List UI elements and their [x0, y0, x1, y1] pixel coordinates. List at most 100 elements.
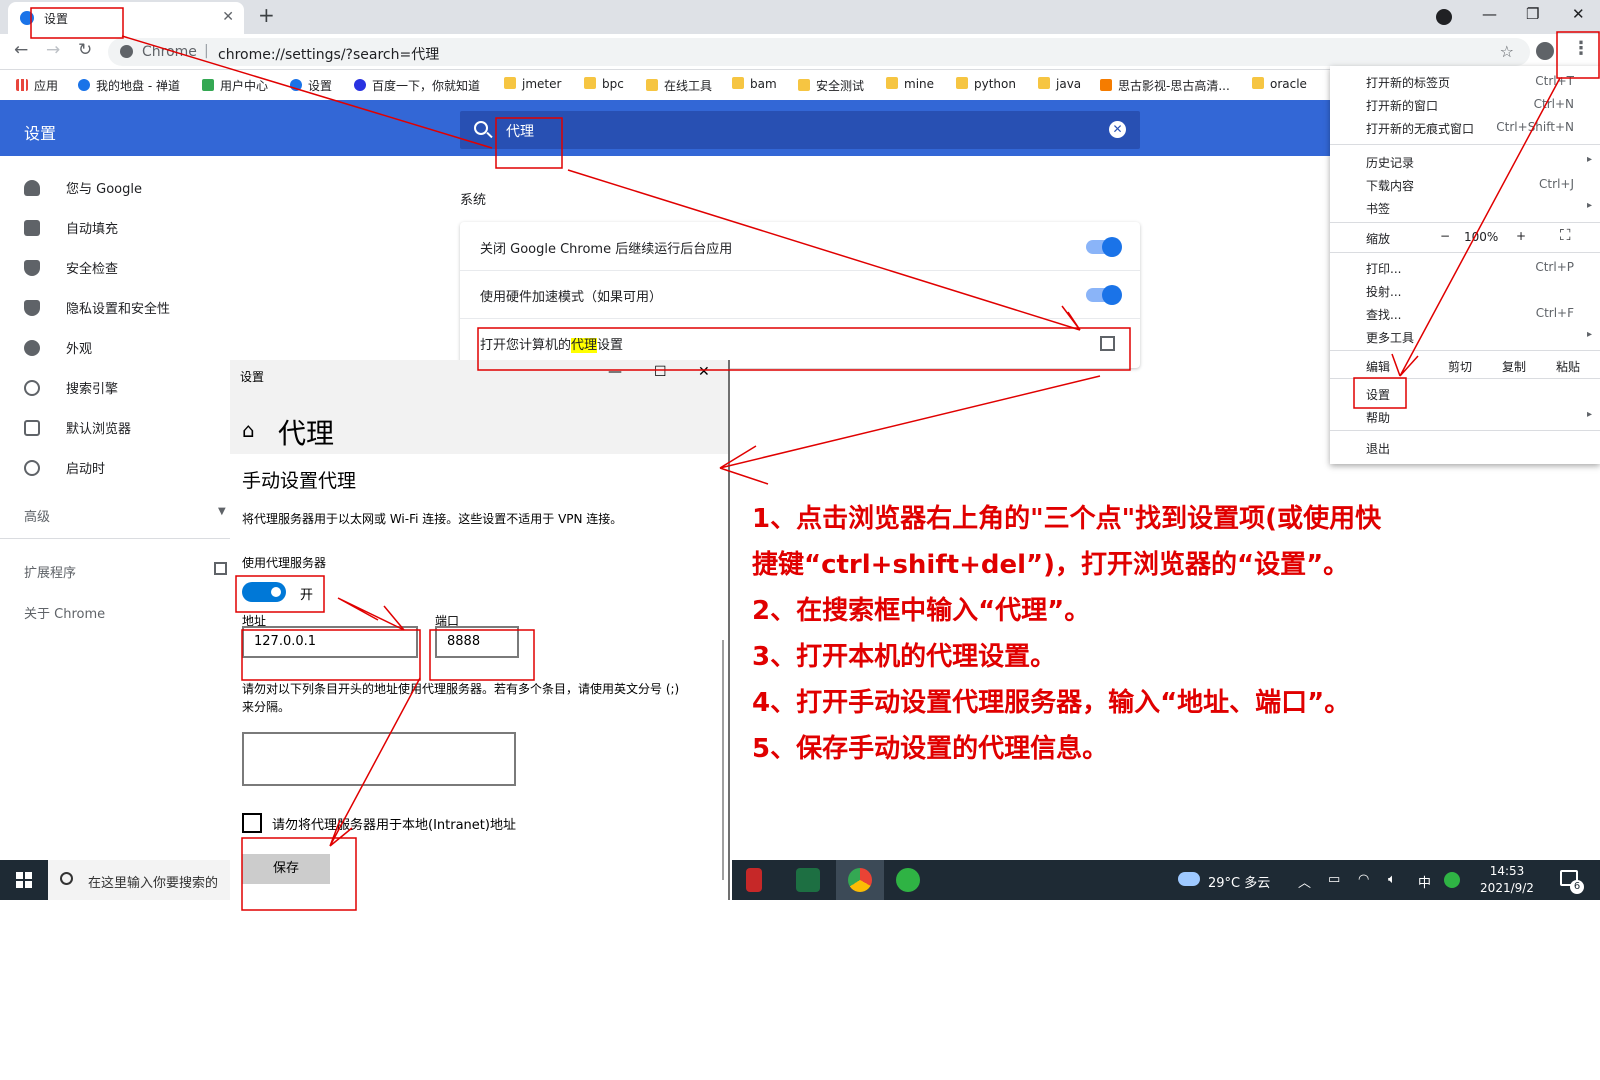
zoom-out-button[interactable]: −	[1440, 229, 1450, 243]
settings-search-input[interactable]: 代理 ✕	[460, 111, 1140, 149]
sidebar-item-appearance[interactable]: 外观	[24, 338, 92, 357]
sigu-icon	[1100, 79, 1112, 91]
sidebar-item-autofill[interactable]: 自动填充	[24, 218, 118, 237]
pen-app-icon[interactable]	[746, 868, 762, 892]
sidebar-item-search-engine[interactable]: 搜索引擎	[24, 378, 118, 397]
chevron-up-icon[interactable]: ︿	[1298, 872, 1311, 891]
bookmark-settings[interactable]: 设置	[290, 77, 332, 94]
menu-paste[interactable]: 粘贴	[1556, 358, 1580, 375]
proxy-address-input[interactable]: 127.0.0.1	[242, 626, 418, 658]
bookmark-jmeter[interactable]: jmeter	[504, 77, 561, 91]
menu-downloads[interactable]: 下载内容	[1366, 177, 1414, 194]
forward-arrow-icon[interactable]: →	[46, 40, 60, 60]
tab-close-icon[interactable]: ✕	[222, 9, 234, 25]
new-tab-button[interactable]: +	[258, 3, 275, 27]
zoom-in-button[interactable]: +	[1516, 229, 1526, 243]
bookmark-oracle[interactable]: oracle	[1252, 77, 1307, 91]
menu-copy[interactable]: 复制	[1502, 358, 1526, 375]
menu-more-tools[interactable]: 更多工具	[1366, 329, 1414, 346]
manual-proxy-heading: 手动设置代理	[242, 470, 357, 492]
profile-avatar-icon[interactable]	[1536, 42, 1554, 60]
bookmark-mine[interactable]: mine	[886, 77, 934, 91]
sidebar-about-chrome[interactable]: 关于 Chrome	[24, 603, 105, 622]
menu-bookmarks[interactable]: 书签	[1366, 200, 1390, 217]
sidebar-item-privacy[interactable]: 隐私设置和安全性	[24, 298, 170, 317]
home-icon[interactable]: ⌂	[242, 418, 255, 442]
bookmark-bam[interactable]: bam	[732, 77, 777, 91]
sidebar-item-on-startup[interactable]: 启动时	[24, 458, 105, 477]
sidebar-extensions[interactable]: 扩展程序	[24, 562, 76, 581]
restore-button[interactable]: ❐	[1526, 5, 1539, 23]
chrome-icon[interactable]	[848, 868, 872, 892]
use-proxy-toggle[interactable]	[242, 582, 286, 602]
open-proxy-settings-row[interactable]: 打开您计算机的代理设置	[480, 334, 623, 353]
ime-indicator[interactable]: 中	[1418, 872, 1431, 891]
reload-icon[interactable]: ↻	[78, 40, 92, 60]
hardware-acceleration-toggle[interactable]	[1086, 285, 1122, 305]
menu-cast[interactable]: 投射...	[1366, 283, 1401, 300]
sidebar-item-you-and-google[interactable]: 您与 Google	[24, 178, 142, 197]
bookmark-zentao[interactable]: 我的地盘 - 禅道	[78, 77, 180, 94]
menu-print[interactable]: 打印...	[1366, 260, 1401, 277]
clear-search-icon[interactable]: ✕	[1109, 121, 1126, 138]
weather-text[interactable]: 29°C 多云	[1208, 872, 1270, 891]
bookmark-sigu[interactable]: 思古影视-思古高清...	[1100, 77, 1230, 94]
taskbar-clock[interactable]: 14:53 2021/9/2	[1472, 863, 1542, 897]
excel-icon[interactable]	[796, 868, 820, 892]
bookmark-star-icon[interactable]: ☆	[1500, 42, 1514, 61]
menu-cut[interactable]: 剪切	[1448, 358, 1472, 375]
sidebar-item-default-browser[interactable]: 默认浏览器	[24, 418, 131, 437]
instruction-step: 2、在搜索框中输入“代理”。	[752, 596, 1091, 626]
more-menu-icon[interactable]: ⋮	[1572, 38, 1590, 59]
bookmark-apps[interactable]: 应用	[16, 77, 58, 94]
proxy-port-input[interactable]: 8888	[435, 626, 519, 658]
battery-icon[interactable]: ▭	[1328, 872, 1340, 887]
menu-new-incognito[interactable]: 打开新的无痕式窗口	[1366, 120, 1474, 137]
menu-settings[interactable]: 设置	[1366, 386, 1390, 403]
tab-search-icon[interactable]	[1436, 9, 1452, 25]
wifi-icon[interactable]: ◠	[1358, 872, 1369, 887]
background-apps-toggle[interactable]	[1086, 237, 1122, 257]
windows-start-icon[interactable]	[16, 872, 32, 888]
external-link-icon[interactable]	[214, 562, 227, 575]
open-external-icon[interactable]	[1100, 336, 1115, 351]
proxy-exceptions-textarea[interactable]	[242, 732, 516, 786]
save-button[interactable]: 保存	[242, 854, 330, 884]
sidebar-item-safety-check[interactable]: 安全检查	[24, 258, 118, 277]
chevron-down-icon[interactable]: ▼	[218, 506, 226, 517]
bookmark-user-center[interactable]: 用户中心	[202, 77, 268, 94]
annotation-arrow	[719, 375, 1101, 485]
maximize-icon[interactable]: ☐	[654, 364, 667, 380]
close-icon[interactable]: ✕	[698, 364, 710, 380]
menu-new-window[interactable]: 打开新的窗口	[1366, 97, 1438, 114]
cloud-icon	[1178, 872, 1200, 886]
sidebar-advanced[interactable]: 高级	[24, 506, 50, 525]
window-scrollbar[interactable]	[722, 640, 724, 880]
bookmark-java[interactable]: java	[1038, 77, 1081, 91]
bookmark-online-tools[interactable]: 在线工具	[646, 77, 712, 94]
menu-help[interactable]: 帮助	[1366, 409, 1390, 426]
address-bar[interactable]: Chrome | chrome://settings/?search=代理 ☆	[108, 38, 1530, 66]
taskbar-search-box[interactable]: 在这里输入你要搜索的	[48, 860, 230, 900]
bookmark-baidu[interactable]: 百度一下，你就知道	[354, 77, 480, 94]
tab-settings[interactable]: 设置 ✕	[8, 2, 244, 34]
minimize-icon[interactable]: —	[608, 364, 622, 380]
minimize-button[interactable]: —	[1482, 5, 1497, 23]
back-arrow-icon[interactable]: ←	[14, 40, 28, 60]
bookmark-python[interactable]: python	[956, 77, 1016, 91]
fullscreen-icon[interactable]: ⛶	[1560, 226, 1571, 244]
search-value[interactable]: 代理	[506, 121, 534, 141]
local-address-checkbox[interactable]	[242, 813, 262, 833]
bookmark-security-test[interactable]: 安全测试	[798, 77, 864, 94]
volume-icon[interactable]: 🔈︎	[1388, 872, 1396, 887]
close-window-button[interactable]: ✕	[1572, 5, 1585, 23]
menu-history[interactable]: 历史记录	[1366, 154, 1414, 171]
taskbar-right: 29°C 多云 ︿ ▭ ◠ 🔈︎ 中 14:53 2021/9/2 6	[732, 860, 1600, 900]
bookmark-bpc[interactable]: bpc	[584, 77, 624, 91]
menu-exit[interactable]: 退出	[1366, 440, 1390, 457]
sogou-icon[interactable]	[1444, 872, 1460, 888]
menu-new-tab[interactable]: 打开新的标签页	[1366, 74, 1450, 91]
menu-find[interactable]: 查找...	[1366, 306, 1401, 323]
omnibox-url[interactable]: chrome://settings/?search=代理	[218, 44, 439, 64]
wechat-icon[interactable]	[896, 868, 920, 892]
